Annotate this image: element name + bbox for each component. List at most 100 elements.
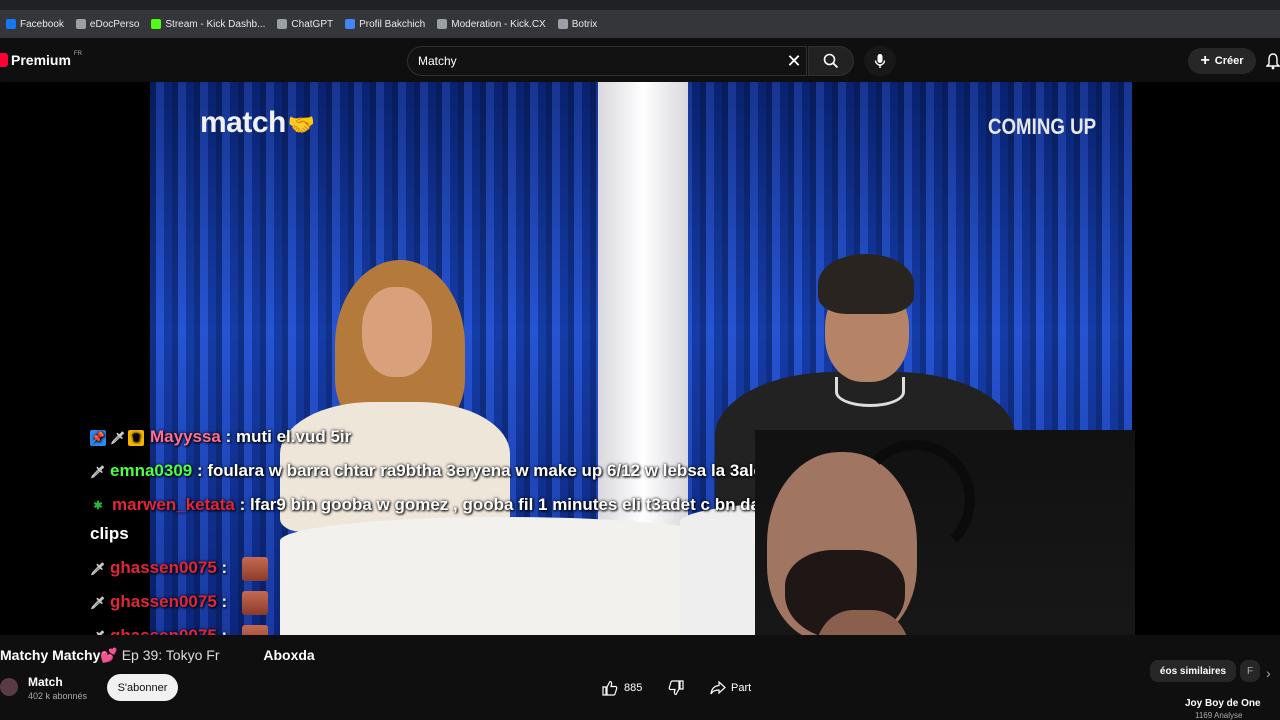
scene-chain xyxy=(835,377,905,407)
voice-search-button[interactable] xyxy=(864,46,896,76)
channel-name[interactable]: Match xyxy=(28,675,63,689)
chat-username: ghassen0075 xyxy=(110,592,217,611)
create-label: Créer xyxy=(1214,55,1244,67)
handshake-icon: 🤝 xyxy=(287,112,315,137)
pin-badge-icon: 📌 xyxy=(90,429,106,446)
edocperso-icon xyxy=(75,19,86,29)
bookmark-item[interactable]: ChatGPT xyxy=(271,13,339,35)
share-icon xyxy=(710,680,726,694)
share-button[interactable]: Part xyxy=(710,674,758,701)
search-button[interactable] xyxy=(808,46,854,76)
botrix-icon xyxy=(557,19,568,29)
chat-separator: : xyxy=(216,592,232,611)
chip-similar-videos[interactable]: éos similaires xyxy=(1150,660,1236,682)
search-input[interactable]: Matchy xyxy=(407,46,807,76)
chat-separator: : xyxy=(217,626,232,635)
search-icon xyxy=(823,53,839,69)
headset-icon xyxy=(855,440,975,560)
subscribe-button[interactable]: S'abonner xyxy=(107,674,178,701)
scene-woman-face xyxy=(362,287,432,377)
bookmark-item[interactable]: Botrix xyxy=(552,13,604,35)
chat-emote-icon xyxy=(241,624,268,635)
logo-text: Premium xyxy=(11,52,71,68)
chevron-right-icon[interactable]: › xyxy=(1266,665,1271,681)
facebook-icon xyxy=(6,19,16,29)
chatgpt-icon xyxy=(277,19,288,29)
channel-avatar[interactable] xyxy=(0,678,18,696)
chat-message: 📌 🗡 ♛ Mayyssa : muti el.vud 5ir xyxy=(90,422,810,451)
chat-separator: : xyxy=(192,461,208,480)
plus-icon: + xyxy=(1200,52,1210,69)
bookmark-label: Facebook xyxy=(20,18,64,30)
bookmark-item[interactable]: eDocPerso xyxy=(70,13,145,35)
chat-username: ghassen0075 xyxy=(110,626,217,635)
subscriber-count: 402 k abonnés xyxy=(28,691,88,701)
like-count: 885 xyxy=(624,681,643,694)
crown-badge-icon: ♛ xyxy=(128,429,144,446)
notifications-bell-icon[interactable] xyxy=(1266,52,1280,70)
bookmark-label: Moderation - Kick.CX xyxy=(451,18,546,30)
chat-message: ✱ marwen_ketata : lfar9 bin gooba w gomez… xyxy=(90,490,810,548)
bookmarks-bar: Facebook eDocPerso Stream - Kick Dashb... C… xyxy=(0,10,1280,38)
sword-badge-icon: 🗡 xyxy=(90,561,106,576)
youtube-header: Premium FR Matchy ✕ + Créer xyxy=(0,40,1280,82)
chat-text: muti el.vud 5ir xyxy=(236,427,352,446)
bookmark-item[interactable]: Moderation - Kick.CX xyxy=(431,13,551,35)
chat-badges: 📌 🗡 ♛ xyxy=(90,429,144,446)
bookmark-label: eDocPerso xyxy=(89,18,140,30)
chat-text: foulara w barra chtar ra9btha 3eryena w … xyxy=(207,461,782,480)
scene-man-hair xyxy=(818,254,914,314)
chat-username: marwen_ketata xyxy=(112,495,235,514)
chat-badges: 🗡 xyxy=(90,464,106,480)
leaf-badge-icon: ✱ xyxy=(93,499,103,512)
thumbs-down-icon xyxy=(668,679,684,695)
like-button[interactable]: 885 xyxy=(602,674,662,701)
clear-search-icon[interactable]: ✕ xyxy=(784,52,804,72)
youtube-logo-icon xyxy=(0,53,8,67)
dislike-button[interactable] xyxy=(668,674,692,701)
chat-badges: ✱ xyxy=(90,498,106,514)
bookmark-item[interactable]: Stream - Kick Dashb... xyxy=(145,13,271,35)
microphone-icon xyxy=(874,54,886,68)
chat-separator: : xyxy=(234,495,250,514)
recommended-video-title[interactable]: Joy Boy de One xyxy=(1185,698,1261,709)
chat-badges: 🗡 xyxy=(90,595,106,611)
browser-tab-strip xyxy=(0,0,1280,10)
bakchich-icon xyxy=(345,19,356,29)
bookmark-item[interactable]: Facebook xyxy=(0,13,70,35)
chat-username: Mayyssa xyxy=(150,427,221,446)
chat-badges: 🗡 xyxy=(90,561,106,577)
share-label: Part xyxy=(731,681,752,694)
video-title: Matchy Matchy💕 Ep 39: Tokyo Fr Aboxda xyxy=(0,647,315,663)
chat-emote-icon xyxy=(241,590,268,615)
chat-username: ghassen0075 xyxy=(110,558,217,577)
bookmark-label: Profil Bakchich xyxy=(359,18,426,30)
chat-message: 🗡ghassen0075 : xyxy=(90,621,810,635)
bookmark-label: ChatGPT xyxy=(291,18,334,30)
region-code: FR xyxy=(73,51,82,57)
coming-up-label: COMING UP xyxy=(988,114,1097,139)
sword-badge-icon: 🗡 xyxy=(90,464,106,479)
chat-emote-icon xyxy=(241,556,268,581)
chat-username: emna0309 xyxy=(110,461,193,480)
chat-message: 🗡ghassen0075 : xyxy=(90,553,810,582)
chat-message: 🗡 ghassen0075 : xyxy=(90,587,810,616)
heart-icon: 💕 xyxy=(100,647,118,663)
bookmark-label: Botrix xyxy=(571,18,598,30)
search-value: Matchy xyxy=(418,54,457,68)
kick-icon xyxy=(151,19,162,29)
bookmark-item[interactable]: Profil Bakchich xyxy=(339,13,431,35)
sword-badge-icon: 🗡 xyxy=(90,595,106,610)
chat-separator: : xyxy=(220,427,236,446)
thumbs-up-icon xyxy=(602,680,618,696)
sword-badge-icon: 🗡 xyxy=(110,430,126,445)
youtube-premium-logo[interactable]: Premium FR xyxy=(0,51,82,68)
chip-next[interactable]: F xyxy=(1240,660,1260,682)
match-brand-logo: match🤝 xyxy=(200,106,315,139)
video-info-bar: Matchy Matchy💕 Ep 39: Tokyo Fr Aboxda Ma… xyxy=(0,635,1280,720)
moderation-icon xyxy=(437,19,448,29)
create-button[interactable]: + Créer xyxy=(1188,48,1256,74)
video-title-tail: Ep 39: Tokyo Fr xyxy=(121,647,220,663)
bookmark-label: Stream - Kick Dashb... xyxy=(165,18,266,30)
recommended-video-channel: 1169 Analyse xyxy=(1195,711,1243,720)
